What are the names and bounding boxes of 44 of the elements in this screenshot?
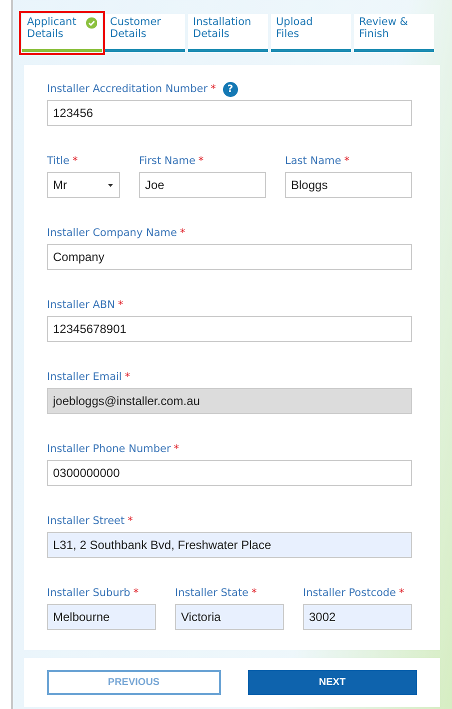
- field-label: First Name: [139, 155, 196, 167]
- required-mark: *: [344, 155, 350, 167]
- required-mark: *: [118, 299, 124, 311]
- field-label: Installer ABN: [47, 299, 115, 311]
- field-label: Installer Company Name: [47, 227, 177, 239]
- field-label: Installer Accreditation Number: [47, 83, 208, 95]
- field-label: Installer State: [175, 587, 249, 599]
- field-label: Last Name: [285, 155, 342, 167]
- required-mark: *: [124, 371, 130, 383]
- check-icon: [86, 17, 97, 29]
- caret-icon: [108, 184, 113, 186]
- step-tab[interactable]: Review & Finish: [354, 14, 434, 52]
- required-mark: *: [133, 587, 139, 599]
- required-mark: *: [210, 83, 216, 95]
- field-label: Installer Suburb: [47, 587, 130, 599]
- input-field[interactable]: Victoria: [175, 604, 284, 630]
- input-field[interactable]: 123456: [47, 100, 412, 126]
- required-mark: *: [399, 587, 404, 599]
- step-tab[interactable]: Applicant Details: [22, 14, 102, 52]
- help-icon[interactable]: ?: [222, 82, 238, 96]
- step-tab[interactable]: Customer Details: [105, 14, 185, 52]
- input-field[interactable]: 0300000000: [47, 460, 412, 486]
- field-label: Installer Email: [47, 371, 122, 383]
- required-mark: *: [198, 155, 204, 167]
- field-label: Installer Street: [47, 515, 125, 527]
- input-field[interactable]: Bloggs: [285, 172, 412, 198]
- required-mark: *: [72, 155, 78, 167]
- field-label: Installer Postcode: [303, 587, 396, 599]
- input-field[interactable]: Joe: [139, 172, 266, 198]
- step-tab[interactable]: Installation Details: [188, 14, 268, 52]
- field-label: Installer Phone Number: [47, 443, 171, 455]
- required-mark: *: [128, 515, 133, 527]
- input-field[interactable]: Melbourne: [47, 604, 156, 630]
- input-field[interactable]: Company: [47, 244, 412, 270]
- next-button[interactable]: NEXT: [248, 670, 417, 695]
- step-tab[interactable]: Upload Files: [271, 14, 351, 52]
- input-field[interactable]: L31, 2 Southbank Bvd, Freshwater Place: [47, 532, 412, 558]
- input-field[interactable]: 12345678901: [47, 316, 412, 342]
- field-label: Title: [47, 155, 70, 167]
- title-dropdown[interactable]: Mr: [47, 172, 120, 198]
- required-mark: *: [174, 443, 180, 455]
- input-field[interactable]: 3002: [303, 604, 412, 630]
- required-mark: *: [252, 587, 257, 599]
- required-mark: *: [180, 227, 186, 239]
